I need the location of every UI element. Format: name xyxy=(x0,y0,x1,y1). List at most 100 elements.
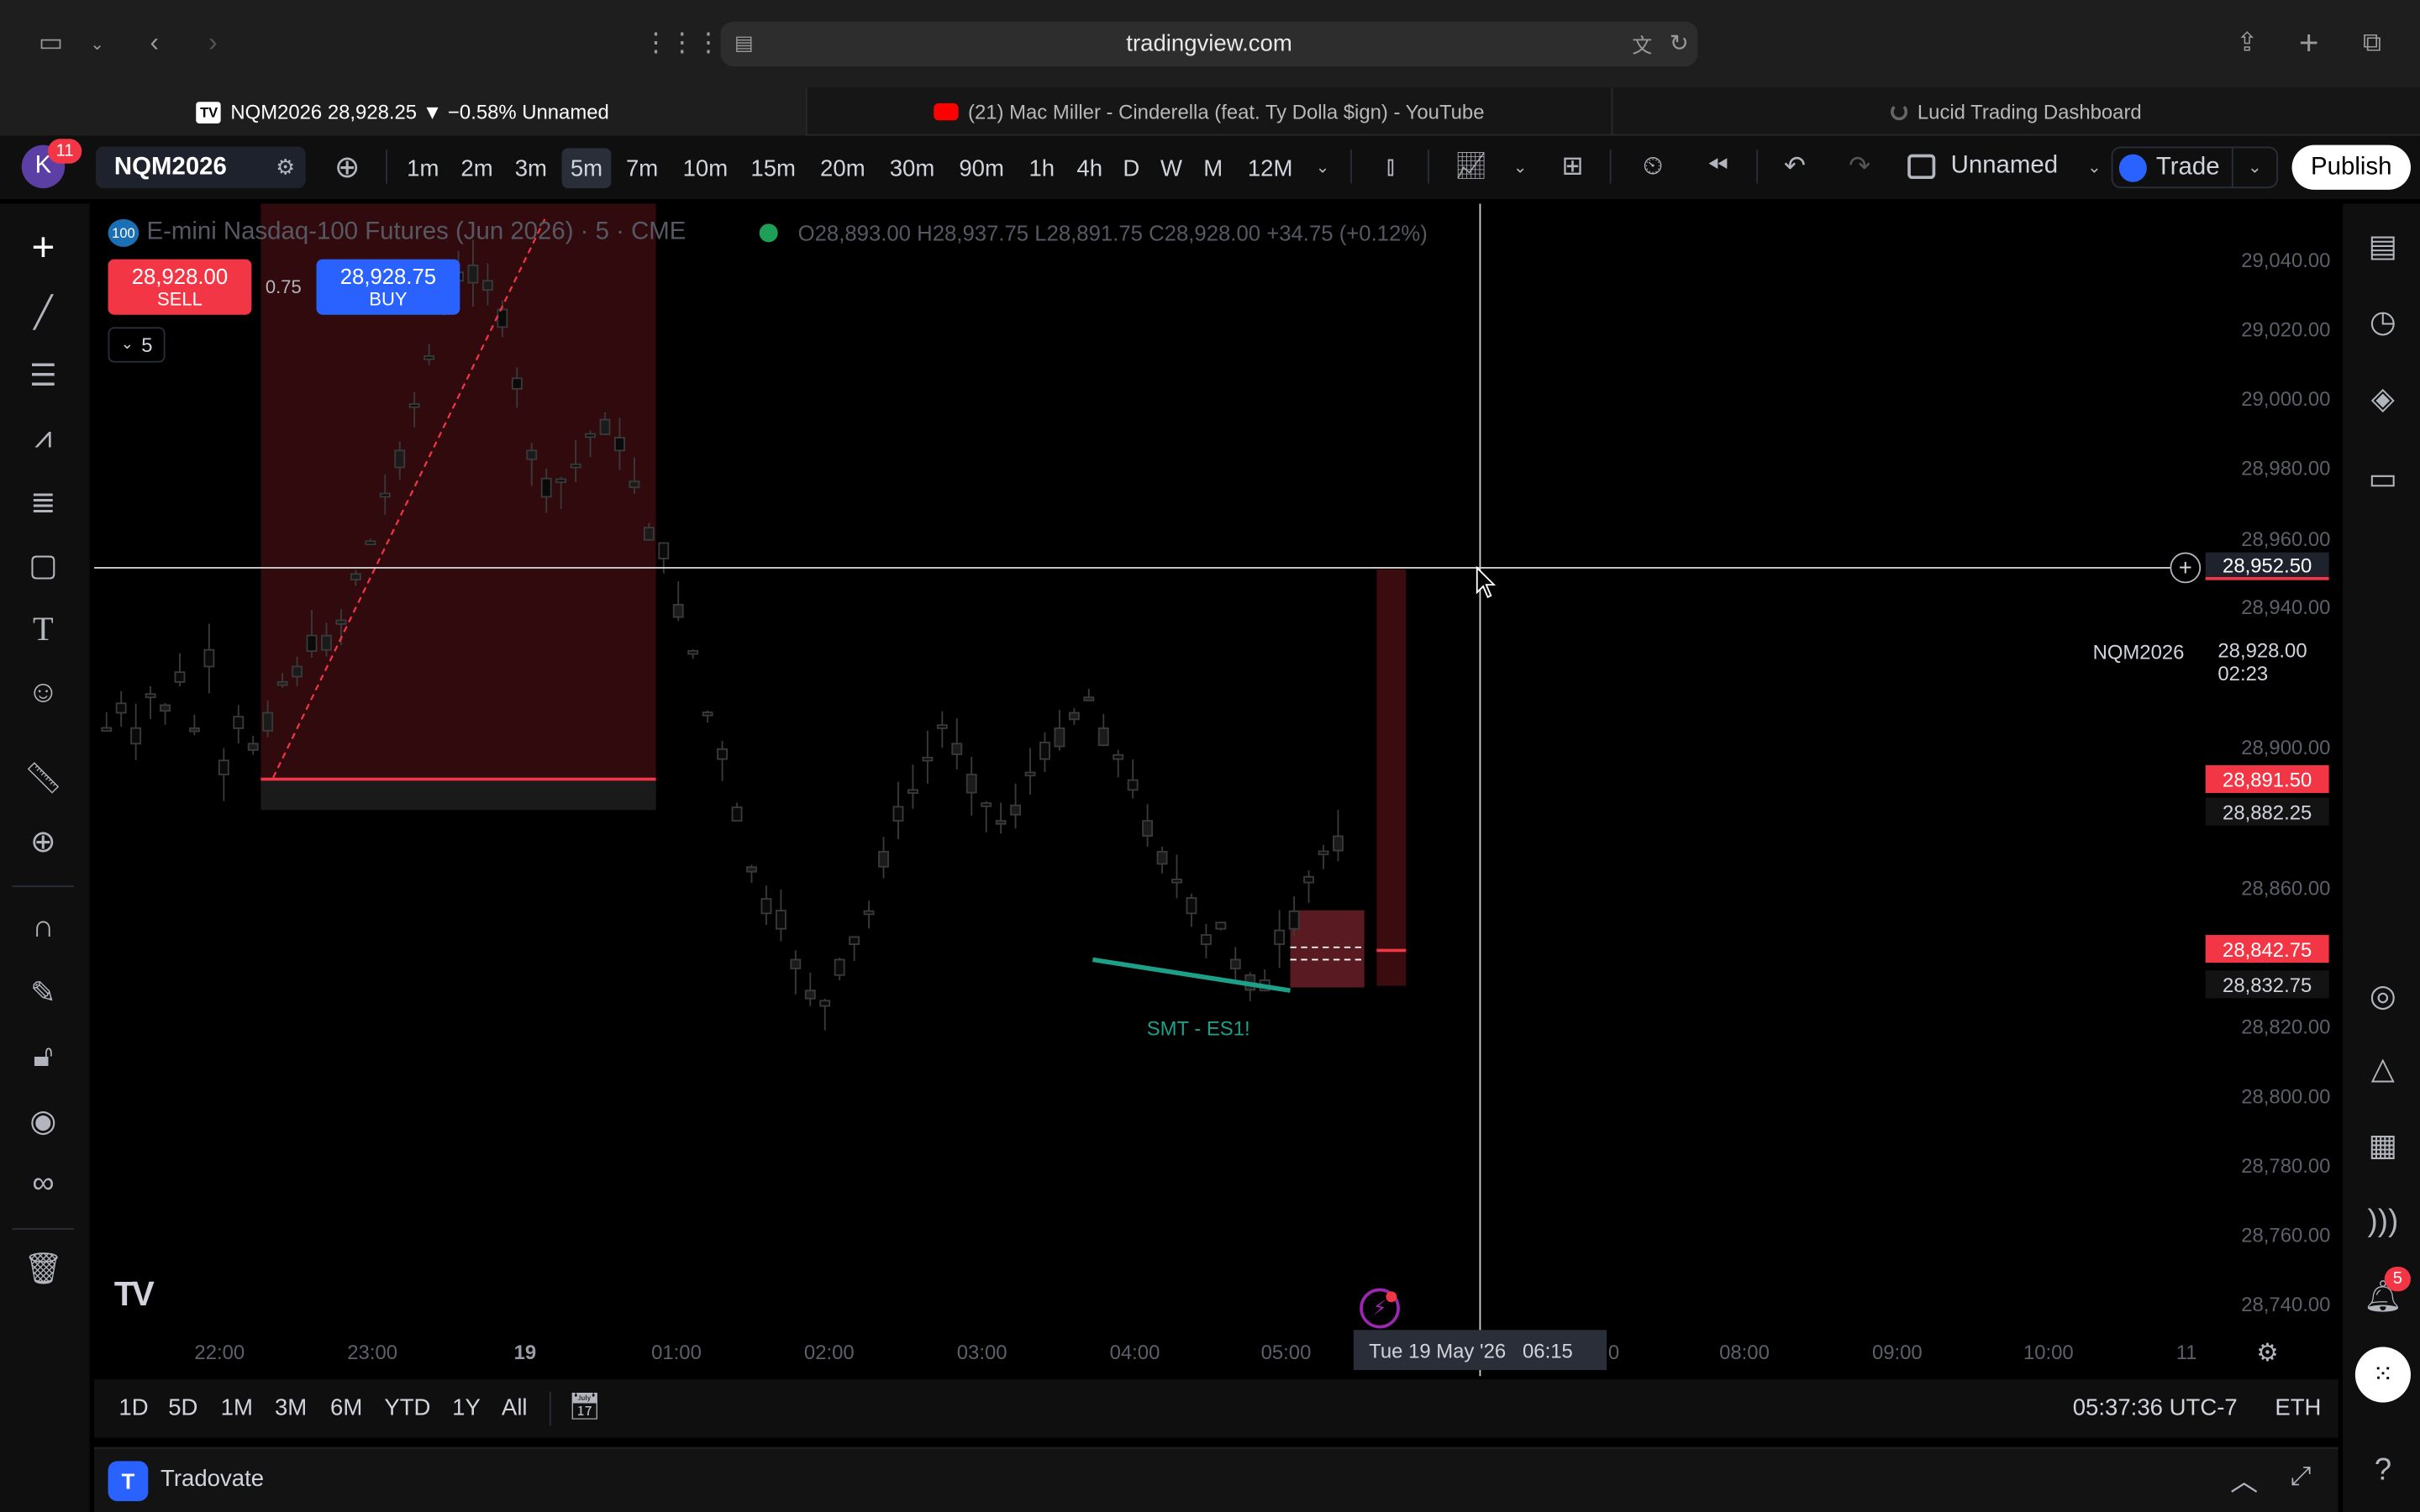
chevron-down-icon[interactable]: ⌄ xyxy=(83,24,111,61)
watchlist-icon[interactable]: ▤ xyxy=(2359,221,2408,270)
ideas-icon[interactable]: △ xyxy=(2359,1043,2408,1093)
timeframe-2m[interactable]: 2m xyxy=(454,148,500,188)
chevron-down-icon[interactable]: ⌄ xyxy=(2084,151,2106,182)
trade-icon xyxy=(2118,153,2147,181)
emoji-icon[interactable]: ☺ xyxy=(15,668,71,717)
text-icon[interactable]: T xyxy=(15,605,71,654)
translate-icon[interactable]: 文 xyxy=(1627,29,1658,57)
indicators-icon[interactable]: 📈︎ xyxy=(1451,148,1491,185)
timeframe-4h[interactable]: 4h xyxy=(1070,148,1110,188)
help-icon[interactable]: ? xyxy=(2359,1446,2408,1495)
chart-settings-icon[interactable]: ⚙ xyxy=(2256,1337,2278,1368)
apps-grid-icon[interactable]: ⋮⋮⋮ xyxy=(643,24,722,61)
timeframe-1h[interactable]: 1h xyxy=(1022,148,1062,188)
url-bar[interactable]: tradingview.com xyxy=(720,21,1698,66)
trash-icon[interactable]: 🗑︎ xyxy=(15,1243,71,1293)
reload-icon[interactable]: ↻ xyxy=(1664,29,1695,57)
price-tick: 28,820.00 xyxy=(2241,1015,2331,1039)
timeframe-10m[interactable]: 10m xyxy=(676,148,734,188)
range-6M[interactable]: 6M xyxy=(330,1394,362,1420)
compare-add-icon[interactable]: ⊕ xyxy=(327,148,367,185)
zoom-in-icon[interactable]: ⊕ xyxy=(15,816,71,866)
undo-icon[interactable]: ↶ xyxy=(1775,148,1815,185)
chat-icon[interactable]: ▭ xyxy=(2359,454,2408,503)
horizontal-lines-icon[interactable]: ☰ xyxy=(15,350,71,400)
timeframe-D[interactable]: D xyxy=(1116,148,1147,188)
trade-button[interactable]: Trade ⌄ xyxy=(2111,146,2279,189)
trend-line-icon[interactable]: ╱ xyxy=(15,287,71,337)
range-1M[interactable]: 1M xyxy=(221,1394,253,1420)
products-grid-icon[interactable]: ⁙ xyxy=(2354,1347,2411,1403)
tab-youtube[interactable]: (21) Mac Miller - Cinderella (feat. Ty D… xyxy=(805,87,1612,136)
chart-canvas[interactable] xyxy=(94,203,2338,1377)
broker-name[interactable]: Tradovate xyxy=(160,1466,264,1492)
share-icon[interactable]: ⇪ xyxy=(2228,24,2265,61)
sell-button[interactable]: 28,928.00 SELL xyxy=(108,259,252,315)
layout-name[interactable]: Unnamed xyxy=(1951,150,2058,183)
timeframe-3m[interactable]: 3m xyxy=(508,148,554,188)
layout-square-icon[interactable] xyxy=(1905,150,1939,183)
range-3M[interactable]: 3M xyxy=(275,1394,307,1420)
back-icon[interactable]: ‹ xyxy=(136,24,173,61)
chevron-down-icon[interactable]: ⌄ xyxy=(1309,151,1337,182)
timeframe-7m[interactable]: 7m xyxy=(619,148,666,188)
goto-date-icon[interactable]: 📅︎ xyxy=(568,1392,602,1423)
timeframe-15m[interactable]: 15m xyxy=(744,148,802,188)
timeframe-90m[interactable]: 90m xyxy=(952,148,1011,188)
sidebar-toggle-icon[interactable]: ▭ xyxy=(31,24,71,61)
tab-lucid[interactable]: Lucid Trading Dashboard xyxy=(1611,87,2420,136)
legend-title[interactable]: E-mini Nasdaq-100 Futures (Jun 2026) · 5… xyxy=(146,219,686,247)
stream-icon[interactable]: ))) xyxy=(2359,1197,2408,1247)
indicators-toggle[interactable]: ⌄ 5 xyxy=(108,327,166,363)
lock-icon[interactable]: 🔓︎ xyxy=(15,1032,71,1082)
maximize-icon[interactable]: ⤢ xyxy=(2291,1461,2312,1492)
layouts-icon[interactable]: ⊞ xyxy=(1553,148,1593,185)
shapes-icon[interactable]: ▢ xyxy=(15,540,71,590)
range-5D[interactable]: 5D xyxy=(168,1394,197,1420)
range-All[interactable]: All xyxy=(502,1394,528,1420)
magnet-icon[interactable]: ∩ xyxy=(15,902,71,952)
candle-body xyxy=(262,711,274,732)
crosshair-icon[interactable]: + xyxy=(15,222,71,271)
visibility-icon[interactable]: ◉ xyxy=(15,1095,71,1145)
lightning-dot xyxy=(1386,1291,1397,1303)
pitchfork-icon[interactable]: ⩘ xyxy=(15,413,71,463)
alert-clock-icon[interactable]: ⏲ xyxy=(1633,148,1673,185)
drawing-mode-icon[interactable]: ✎ xyxy=(15,968,71,1017)
new-tab-icon[interactable]: + xyxy=(2291,24,2328,62)
price-chart[interactable] xyxy=(94,203,2338,1377)
timeframe-W[interactable]: W xyxy=(1155,148,1188,188)
timeframe-12M[interactable]: 12M xyxy=(1239,148,1301,188)
timeframe-M[interactable]: M xyxy=(1196,148,1229,188)
chevron-down-icon[interactable]: ⌄ xyxy=(1507,151,1534,182)
buy-button[interactable]: 28,928.75 BUY xyxy=(316,259,460,315)
candles-icon[interactable]: ⫾ xyxy=(1370,148,1411,185)
replay-icon[interactable]: ⏪︎ xyxy=(1697,148,1738,185)
range-1D[interactable]: 1D xyxy=(118,1394,148,1420)
tabs-overview-icon[interactable]: ⧉ xyxy=(2352,24,2392,61)
publish-button[interactable]: Publish xyxy=(2291,144,2411,190)
ruler-icon[interactable]: 📏︎ xyxy=(15,753,71,802)
timeframe-5m[interactable]: 5m xyxy=(561,148,612,189)
tab-tradingview[interactable]: TV NQM2026 28,928.25 ▼ −0.58% Unnamed xyxy=(0,87,806,136)
session-toggle[interactable]: ETH xyxy=(2275,1394,2321,1420)
smt-annotation[interactable]: SMT - ES1! xyxy=(1147,1016,1250,1040)
alerts-clock-icon[interactable]: ◷ xyxy=(2359,297,2408,346)
symbol-alert-icon[interactable]: ⚙ xyxy=(269,151,302,182)
redo-icon[interactable]: ↷ xyxy=(1839,148,1880,185)
clock[interactable]: 05:37:36 UTC-7 xyxy=(2073,1394,2238,1420)
fib-icon[interactable]: ≣ xyxy=(15,477,71,527)
timeframe-20m[interactable]: 20m xyxy=(813,148,872,188)
link-icon[interactable]: ∞ xyxy=(15,1158,71,1208)
range-YTD[interactable]: YTD xyxy=(384,1394,430,1420)
range-1Y[interactable]: 1Y xyxy=(452,1394,481,1420)
chevron-up-icon[interactable]: ︿ xyxy=(2230,1460,2258,1500)
target-icon[interactable]: ◎ xyxy=(2359,970,2408,1020)
timeframe-30m[interactable]: 30m xyxy=(883,148,942,188)
add-alert-icon[interactable]: + xyxy=(2170,552,2202,584)
forward-icon[interactable]: › xyxy=(194,24,231,61)
timeframe-1m[interactable]: 1m xyxy=(400,148,446,188)
layers-icon[interactable]: ◈ xyxy=(2359,373,2408,423)
calendar-icon[interactable]: ▦ xyxy=(2359,1120,2408,1169)
chevron-down-icon[interactable]: ⌄ xyxy=(2233,157,2276,177)
